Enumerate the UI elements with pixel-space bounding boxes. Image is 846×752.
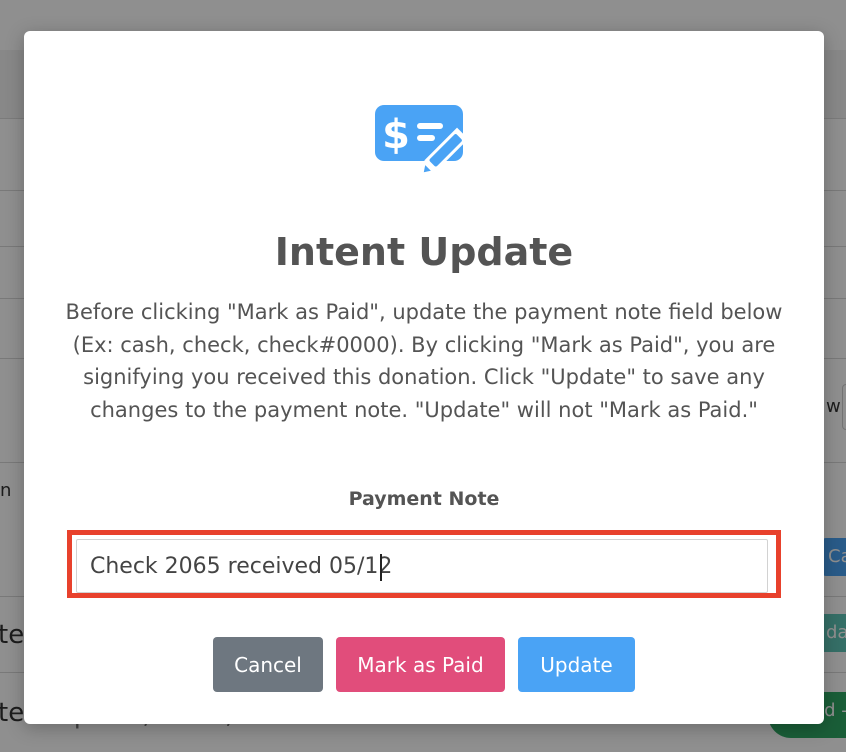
intent-update-modal: $ Intent Update Before clicking "Mark as… [24, 31, 824, 724]
payment-note-input[interactable] [76, 539, 768, 593]
svg-text:$: $ [382, 112, 410, 158]
modal-title: Intent Update [274, 230, 574, 274]
modal-instructions: Before clicking "Mark as Paid", update t… [65, 300, 783, 422]
cancel-button[interactable]: Cancel [213, 637, 323, 692]
mark-as-paid-button[interactable]: Mark as Paid [336, 637, 505, 692]
check-edit-icon: $ [375, 105, 469, 175]
text-cursor [380, 554, 382, 581]
update-button[interactable]: Update [518, 637, 635, 692]
payment-note-label: Payment Note [348, 488, 500, 510]
